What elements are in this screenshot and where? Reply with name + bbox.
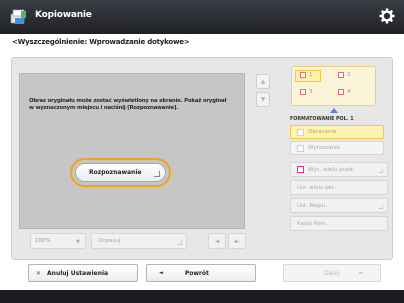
corner-icon [154,171,160,177]
side-button-delete-points[interactable]: Usr. wielu pkt. [290,180,388,195]
back-button[interactable]: ◄ Powrót [146,264,256,282]
page-cell-label: 1 [309,72,313,78]
zoom-value: 100% [35,238,51,244]
page-title: Kopiowanie [35,10,92,20]
rotate-option[interactable]: Obracanie [290,125,384,139]
title-bar: Kopiowanie [0,0,404,34]
corner-icon [177,240,182,245]
gear-icon[interactable] [379,8,395,24]
corner-icon [379,169,383,173]
page-cell-label: 3 [309,89,313,95]
back-label: Powrót [184,269,209,277]
preview-message: Obraz oryginału może zostać wyświetlony … [29,98,227,111]
option-label: Wyrzucanie [308,145,341,151]
arrow-right-icon: ► [234,237,240,245]
arrow-down-icon: ▼ [260,96,266,103]
corner-icon [379,205,383,209]
page-cell-4[interactable]: 4 [338,89,351,95]
recognize-button-label: Rozpoznawanie [89,169,142,176]
scroll-down-button[interactable]: ▼ [256,92,270,107]
side-button-multi-point[interactable]: Wyc. wielu punk. [290,162,388,177]
page-icon [338,89,344,95]
page-cell-label: 2 [347,72,351,78]
eject-option[interactable]: Wyrzucanie [290,141,384,155]
fit-label: Dopasuj [98,238,121,244]
eject-icon [297,144,304,152]
fit-button[interactable]: Dopasuj [91,233,187,249]
copy-app-icon [10,9,26,24]
page-cell-label: 4 [347,89,351,95]
arrow-left-icon: ◄ [159,270,163,276]
page-cell-1[interactable]: 1 [300,72,313,78]
recognize-button[interactable]: Rozpoznawanie [75,163,166,182]
side-button-adjust[interactable]: Ust. Regul. [290,198,388,213]
side-button-label: Wyc. wielu punk. [308,166,355,173]
breadcrumb: <Wyszczególnienie: Wprowadzanie dotykowe… [12,38,190,46]
cancel-settings-button[interactable]: ✕ Anuluj Ustawienia [28,264,138,282]
next-button[interactable]: ► [228,233,246,249]
footer-bar [0,290,404,303]
side-button-label: Usr. wielu pkt. [297,184,336,191]
prev-button[interactable]: ◄ [208,233,226,249]
close-icon: ✕ [36,269,42,277]
preview-area [19,73,245,229]
next-label: Dalej [324,269,340,277]
triangle-up-icon [330,108,338,113]
chevron-down-icon: ▼ [76,239,80,245]
side-button-label: Ust. Regul. [297,202,327,209]
arrow-right-icon: ► [359,270,364,276]
page-icon [300,72,306,78]
scroll-up-button[interactable]: ▲ [256,74,270,89]
next-button-disabled[interactable]: Dalej ► [283,264,381,282]
page-icon [338,72,344,78]
page-cell-2[interactable]: 2 [338,72,351,78]
page-cell-3[interactable]: 3 [300,89,313,95]
format-label: FORMATOWANIE POL. 1 [290,117,354,122]
arrow-left-icon: ◄ [214,237,220,245]
rotate-icon [297,128,304,136]
cancel-label: Anuluj Ustawienia [47,269,109,277]
zoom-select[interactable]: 100% ▼ [30,233,86,249]
multi-point-icon [297,166,304,173]
side-button-label: Kasuj Pom. [297,220,328,227]
side-button-clear[interactable]: Kasuj Pom. [290,216,388,231]
page-icon [300,89,306,95]
arrow-up-icon: ▲ [260,78,266,85]
option-label: Obracanie [308,129,337,135]
